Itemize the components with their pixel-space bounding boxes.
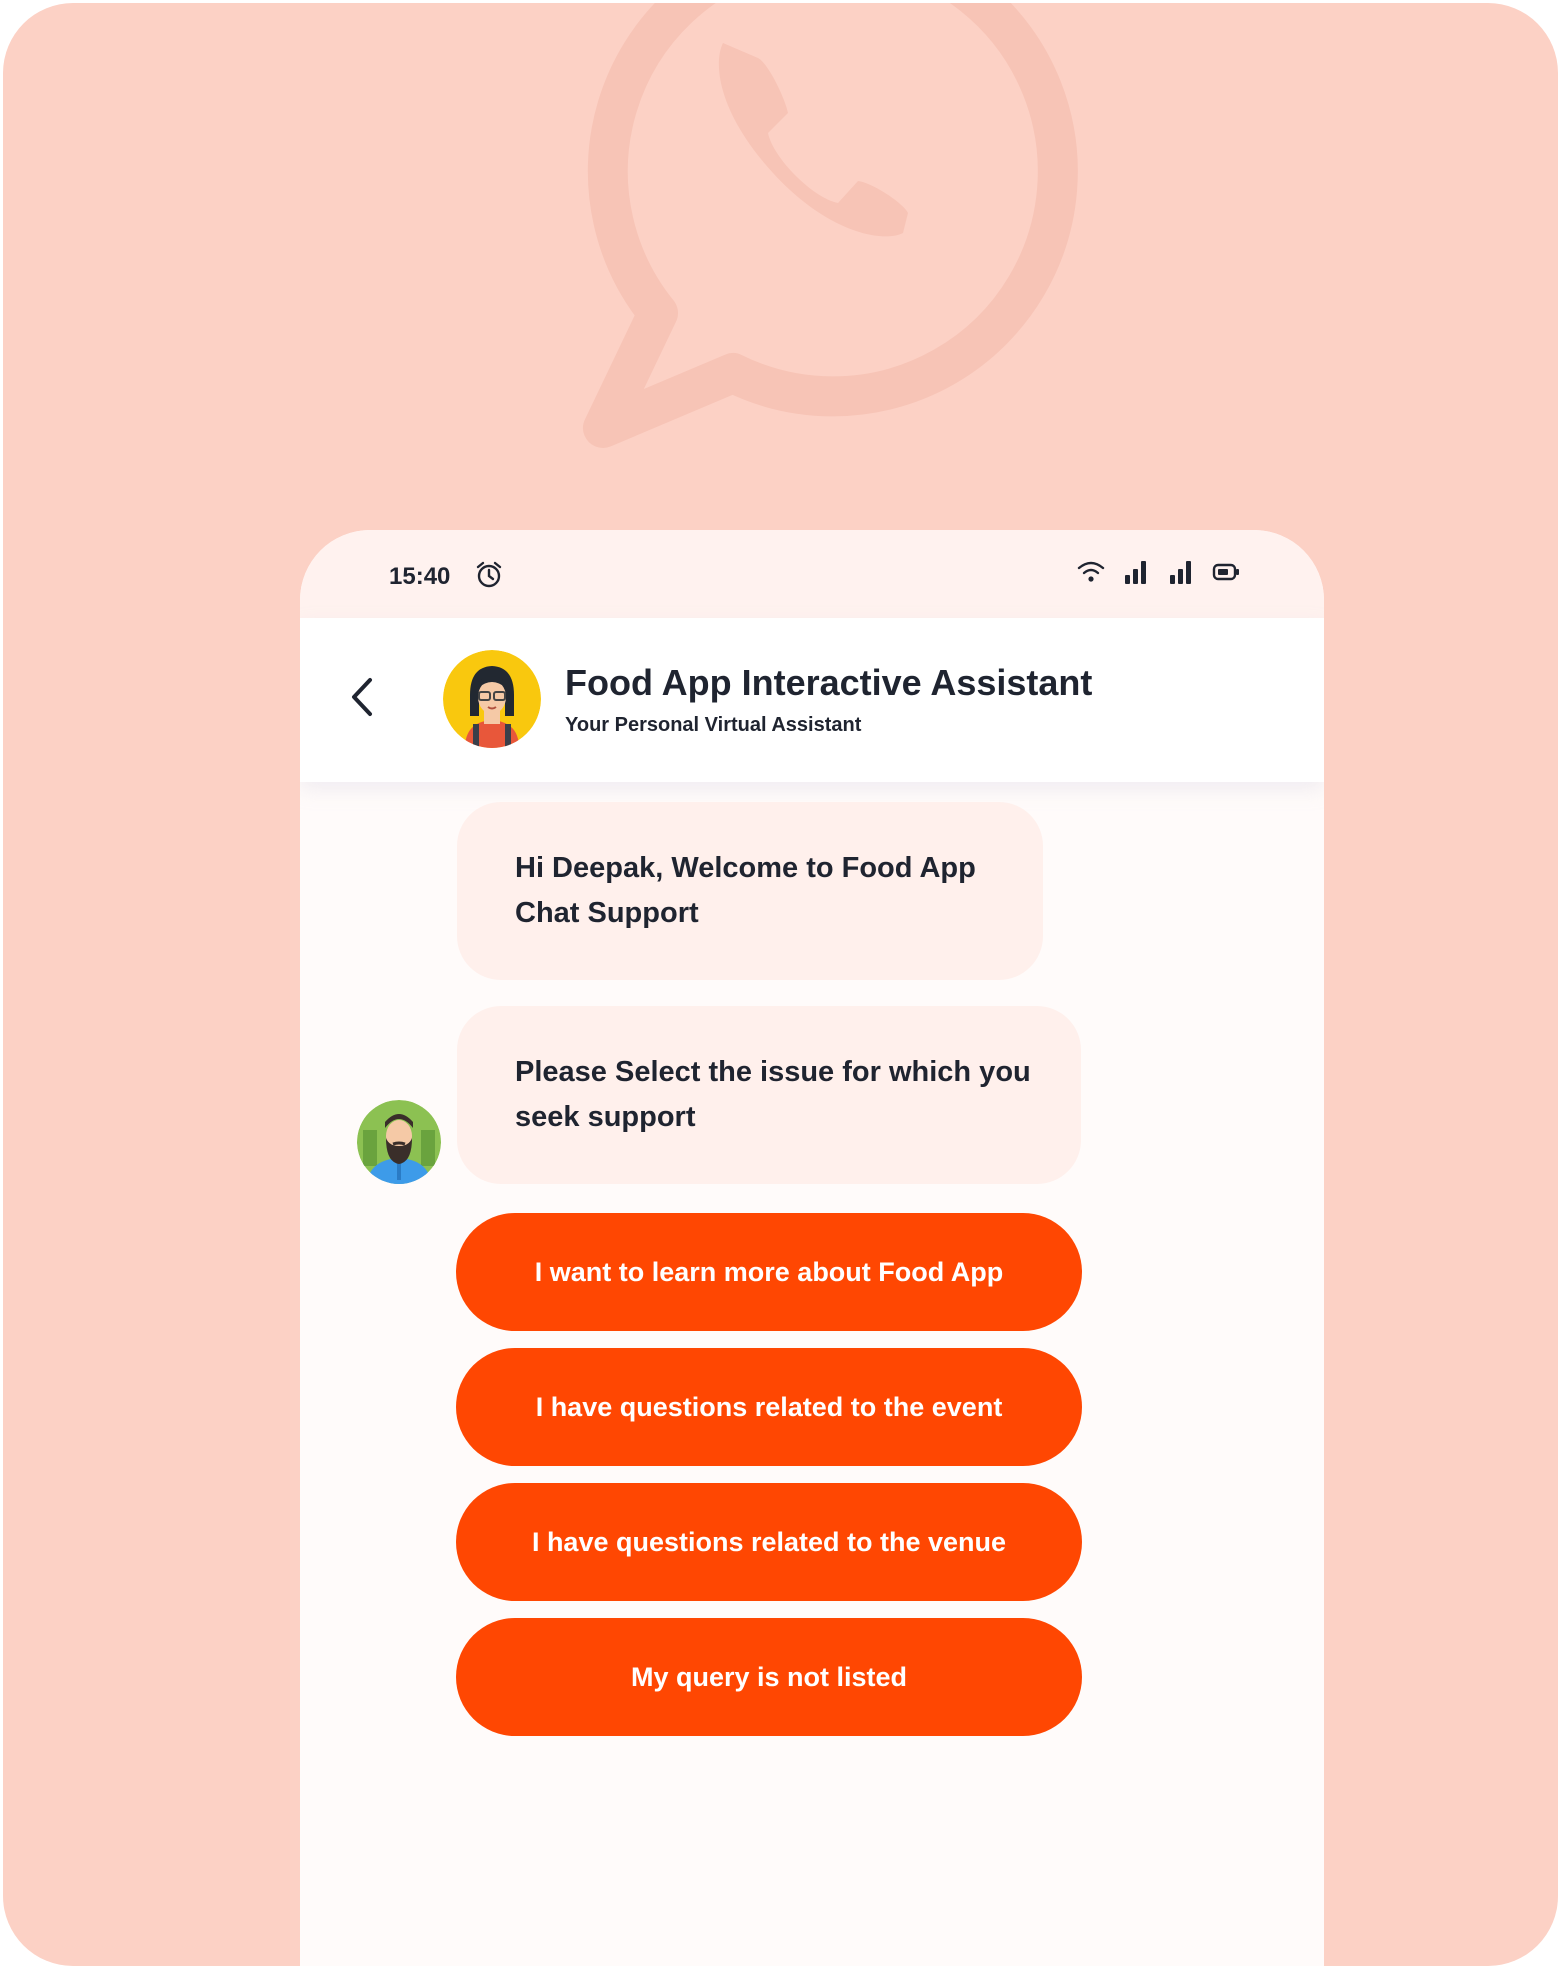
signal-icon-2 (1170, 561, 1191, 584)
assistant-name: Food App Interactive Assistant (565, 662, 1093, 703)
option-button-query-not-listed[interactable]: My query is not listed (456, 1618, 1082, 1736)
status-time: 15:40 (389, 563, 451, 590)
option-button-event-questions[interactable]: I have questions related to the event (456, 1348, 1082, 1466)
alarm-icon (476, 561, 502, 588)
battery-icon (1212, 563, 1239, 581)
chat-header: Food App Interactive Assistant Your Pers… (300, 618, 1324, 782)
assistant-avatar (443, 650, 541, 748)
user-avatar (357, 1100, 441, 1184)
chat-message-bubble: Hi Deepak, Welcome to Food App Chat Supp… (457, 802, 1043, 980)
signal-icon (1125, 561, 1146, 584)
wifi-icon (1077, 561, 1105, 582)
whatsapp-logo-watermark (583, 3, 1078, 448)
message-text: Please Select the issue for which you se… (515, 1056, 1031, 1133)
assistant-subtitle: Your Personal Virtual Assistant (565, 714, 862, 736)
message-text: Hi Deepak, Welcome to Food App Chat Supp… (515, 852, 976, 929)
chat-message-bubble: Please Select the issue for which you se… (457, 1006, 1081, 1184)
chevron-left-icon[interactable] (348, 674, 376, 720)
option-button-learn-more[interactable]: I want to learn more about Food App (456, 1213, 1082, 1331)
status-bar: 15:40 (300, 530, 1324, 618)
background-card: 15:40 Food App Interactive Assistant You… (3, 3, 1558, 1966)
option-button-venue-questions[interactable]: I have questions related to the venue (456, 1483, 1082, 1601)
phone-frame: 15:40 Food App Interactive Assistant You… (300, 530, 1324, 1966)
